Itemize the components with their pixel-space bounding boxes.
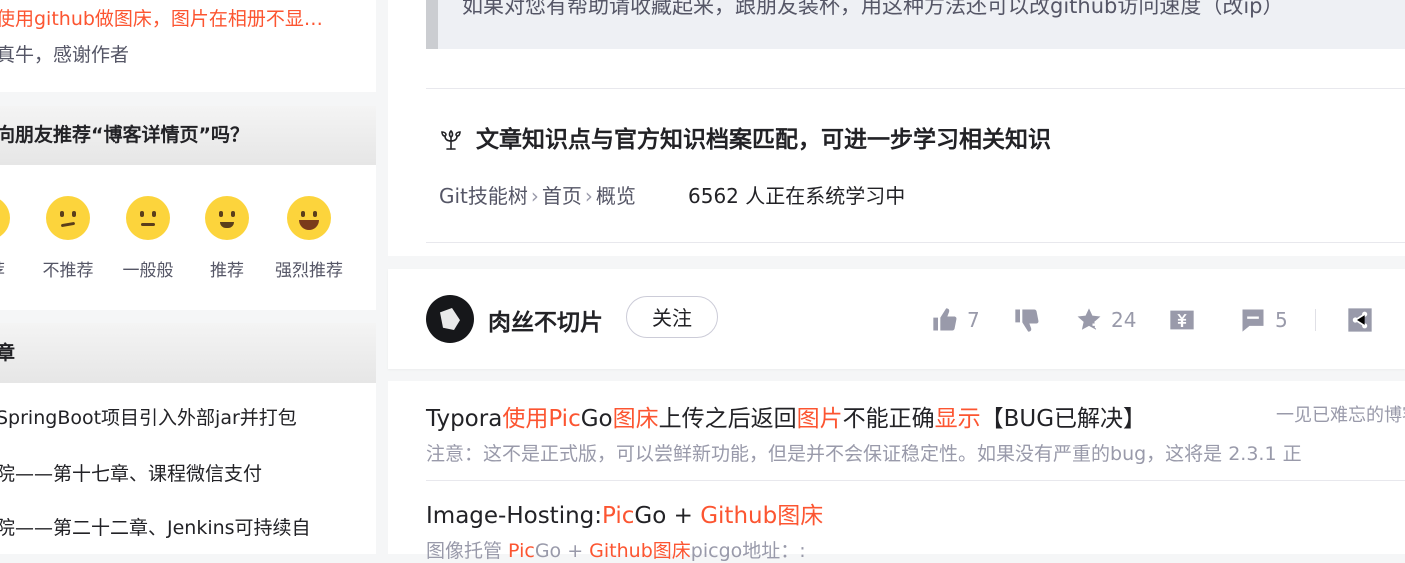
comment-text: 真牛，感谢作者 [0, 44, 130, 66]
list-item[interactable]: Image-Hosting:PicGo + Github图床 图像托管 PicG… [426, 496, 823, 563]
title-segment: 上传之后返回 [658, 406, 797, 432]
rating-label: 强烈推荐 [275, 261, 343, 281]
divider [426, 480, 1405, 481]
title-keyword: Pic [602, 503, 635, 529]
comment-count: 5 [1275, 308, 1288, 332]
desc-keyword: Github图床 [589, 540, 691, 562]
desc-segment: picgo地址：: [690, 540, 806, 562]
desc-keyword: Pic [508, 540, 535, 562]
article-link[interactable]: 院——第十七章、课程微信支付 [0, 459, 262, 486]
main-column: 如果对您有帮助请收藏起来，跟朋友装杯，用这种方法还可以改github访问速度（改… [388, 0, 1405, 562]
divider [426, 88, 1405, 89]
rating-option-not-recommend[interactable]: 不推荐 [28, 196, 108, 281]
rating-option-recommend-partial[interactable]: 推荐 [0, 196, 28, 281]
comment-icon [1242, 309, 1264, 332]
quote-text: 如果对您有帮助请收藏起来，跟朋友装杯，用这种方法还可以改github访问速度（改… [462, 0, 1284, 18]
neutral-emoji-icon [0, 196, 10, 240]
recommendation-author[interactable]: 一见已难忘的博客 [1276, 401, 1405, 427]
title-segment: Image-Hosting: [426, 503, 603, 529]
title-segment: Go [580, 406, 613, 432]
article-link[interactable]: SpringBoot项目引入外部jar并打包 [0, 403, 297, 430]
title-keyword: Pic [548, 406, 581, 432]
thumbs-down-icon [1015, 309, 1039, 332]
article-link[interactable]: 院——第二十二章、Jenkins可持续自 [0, 513, 311, 540]
title-segment: 【BUG已解决】 [980, 406, 1147, 432]
neutral-emoji-icon [126, 196, 170, 240]
knowledge-tree-icon [441, 129, 461, 150]
title-segment: 不能正确 [842, 406, 935, 432]
divider [426, 242, 1405, 243]
recommendation-description: 注意：这不是正式版，可以尝鲜新功能，但是并不会保证稳定性。如果没有严重的bug，… [426, 443, 1302, 465]
avatar[interactable] [426, 295, 474, 343]
like-count: 7 [967, 308, 980, 332]
knowledge-breadcrumb: Git技能树 › 首页 › 概览 [439, 180, 636, 209]
follow-button[interactable]: 关注 [626, 296, 718, 338]
title-keyword: Github图床 [700, 503, 824, 529]
favorite-count: 24 [1111, 308, 1137, 332]
recommendation-title[interactable]: Typora使用PicGo图床上传之后返回图片不能正确显示【BUG已解决】 [426, 399, 1302, 433]
articles-card: 章 SpringBoot项目引入外部jar并打包 院——第十七章、课程微信支付 … [0, 323, 376, 554]
rating-option-strongly-recommend[interactable]: 强烈推荐 [269, 196, 349, 281]
share-button[interactable] [1346, 305, 1374, 335]
sad-emoji-icon [46, 196, 90, 240]
favorite-button[interactable]: 24 [1075, 305, 1136, 335]
recommend-rating-card: 向朋友推荐“博客详情页”吗？ 推荐 不推荐 一般般 推荐 强烈推荐 [0, 106, 376, 310]
rating-option-average[interactable]: 一般般 [108, 196, 188, 281]
chevron-right-icon: › [530, 184, 539, 208]
laugh-emoji-icon [287, 196, 331, 240]
desc-segment: Go + [534, 540, 590, 562]
title-segment: Typora [426, 406, 503, 432]
star-icon [1077, 308, 1101, 330]
blockquote: 如果对您有帮助请收藏起来，跟朋友装杯，用这种方法还可以改github访问速度（改… [426, 0, 1405, 49]
chevron-right-icon: › [584, 184, 593, 208]
breadcrumb-overview[interactable]: 概览 [596, 184, 636, 208]
title-keyword: 使用 [502, 406, 549, 432]
title-keyword: 图床 [612, 406, 659, 432]
like-button[interactable]: 7 [931, 305, 980, 335]
comment-button[interactable]: 5 [1239, 305, 1288, 335]
desc-segment: 图像托管 [426, 540, 509, 562]
rating-label: 推荐 [0, 256, 28, 281]
breadcrumb-home[interactable]: 首页 [542, 184, 582, 208]
reward-button[interactable] [1168, 305, 1196, 335]
rating-heading: 向朋友推荐“博客详情页”吗？ [0, 106, 376, 165]
author-name[interactable]: 肉丝不切片 [488, 303, 603, 337]
article-footer-panel: 如果对您有帮助请收藏起来，跟朋友装杯，用这种方法还可以改github访问速度（改… [388, 0, 1405, 256]
rating-label: 一般般 [122, 261, 174, 281]
knowledge-title: 文章知识点与官方知识档案匹配，可进一步学习相关知识 [476, 127, 1051, 153]
rating-label: 不推荐 [42, 261, 94, 281]
comment-card: 使用github做图床，图片在相册不显… 真牛，感谢作者 [0, 0, 376, 92]
recommendation-title[interactable]: Image-Hosting:PicGo + Github图床 [426, 496, 823, 530]
comment-article-link[interactable]: 使用github做图床，图片在相册不显… [0, 4, 323, 31]
thumbs-up-icon [933, 308, 957, 331]
title-segment: Go + [634, 503, 701, 529]
list-item[interactable]: Typora使用PicGo图床上传之后返回图片不能正确显示【BUG已解决】 注意… [426, 399, 1302, 466]
yuan-reward-icon [1170, 310, 1194, 330]
title-keyword: 显示 [934, 406, 981, 432]
rating-label: 推荐 [210, 261, 244, 281]
left-sidebar: 使用github做图床，图片在相册不显… 真牛，感谢作者 向朋友推荐“博客详情页… [0, 0, 376, 554]
recommendation-description: 图像托管 PicGo + Github图床picgo地址：: [426, 536, 823, 563]
title-keyword: 图片 [796, 406, 843, 432]
learner-count: 6562 人正在系统学习中 [688, 184, 906, 208]
author-toolbar: 肉丝不切片 关注 7 24 5 [388, 269, 1405, 369]
rating-option-recommend[interactable]: 推荐 [187, 196, 267, 281]
recommendation-list: Typora使用PicGo图床上传之后返回图片不能正确显示【BUG已解决】 注意… [388, 381, 1405, 562]
dislike-button[interactable] [1013, 305, 1041, 335]
share-icon [1348, 308, 1372, 332]
breadcrumb-git-skill-tree[interactable]: Git技能树 [439, 184, 528, 208]
smile-emoji-icon [205, 196, 249, 240]
articles-heading: 章 [0, 323, 376, 383]
divider [1315, 309, 1316, 331]
